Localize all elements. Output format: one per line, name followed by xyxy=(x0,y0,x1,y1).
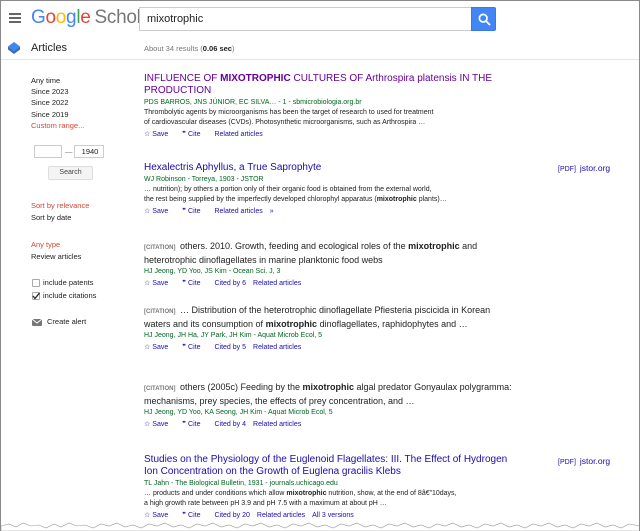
filter-since-2023[interactable]: Since 2023 xyxy=(31,86,131,97)
save-button[interactable]: ☆ Save xyxy=(144,280,175,287)
result-title[interactable]: [CITATION] others (2005c) Feeding by the… xyxy=(144,381,514,407)
torn-edge xyxy=(1,522,639,531)
year-search-button[interactable]: Search xyxy=(48,166,93,180)
result-title[interactable]: [CITATION] others. 2010. Growth, feeding… xyxy=(144,240,514,266)
star-icon: ☆ xyxy=(144,344,151,351)
related-articles-link[interactable]: Related articles xyxy=(253,280,301,287)
search-icon xyxy=(478,13,491,26)
result-title[interactable]: Studies on the Physiology of the Eugleno… xyxy=(144,454,514,478)
save-button[interactable]: ☆ Save xyxy=(144,131,175,138)
result-actions: ☆ Save ❞ Cite Related articles xyxy=(144,130,514,140)
include-citations-checkbox[interactable] xyxy=(32,292,40,300)
result-authors: HJ Jeong, YD Yoo, JS Kim - Ocean Sci. J,… xyxy=(144,268,281,275)
quote-icon: ❞ xyxy=(182,512,187,519)
create-alert-link[interactable]: Create alert xyxy=(47,317,86,326)
cite-button[interactable]: ❞ Cite xyxy=(182,344,207,351)
related-articles-link[interactable]: Related articles xyxy=(214,208,262,215)
quote-icon: ❞ xyxy=(182,421,187,428)
result-item: [CITATION] others (2005c) Feeding by the… xyxy=(144,381,514,430)
pdf-link[interactable]: [PDF] jstor.org xyxy=(558,456,610,466)
search-button[interactable] xyxy=(471,7,496,31)
results-stats: About 34 results (0.06 sec) xyxy=(144,44,235,53)
result-title[interactable]: Hexalectris Aphyllus, a True Saprophyte xyxy=(144,162,514,174)
save-button[interactable]: ☆ Save xyxy=(144,512,175,519)
star-icon: ☆ xyxy=(144,512,151,519)
filter-sidebar: Any time Since 2023 Since 2022 Since 201… xyxy=(31,75,131,131)
cite-button[interactable]: ❞ Cite xyxy=(182,208,207,215)
related-articles-link[interactable]: Related articles xyxy=(253,344,301,351)
result-authors: HJ Jeong, YD Yoo, KA Seong, JH Kim - Aqu… xyxy=(144,409,333,416)
quote-icon: ❞ xyxy=(182,208,187,215)
star-icon: ☆ xyxy=(144,208,151,215)
result-item: [CITATION] others. 2010. Growth, feeding… xyxy=(144,240,514,289)
result-item: INFLUENCE OF MIXOTROPHIC CULTURES OF Art… xyxy=(144,73,514,140)
result-title[interactable]: INFLUENCE OF MIXOTROPHIC CULTURES OF Art… xyxy=(144,73,514,97)
result-authors: PDS BARROS, JNS JÚNIOR, EC SILVA… - 1 - … xyxy=(144,99,362,106)
result-actions: ☆ Save ❞ Cite Related articles » xyxy=(144,207,514,217)
save-button[interactable]: ☆ Save xyxy=(144,344,175,351)
result-snippet: … products and under conditions which al… xyxy=(144,490,457,507)
result-actions: ☆ Save ❞ Cite Cited by 6 Related articles xyxy=(144,279,514,289)
cited-by-link[interactable]: Cited by 4 xyxy=(214,421,246,428)
cited-by-link[interactable]: Cited by 5 xyxy=(214,344,246,351)
logo-google: Google xyxy=(31,7,91,28)
star-icon: ☆ xyxy=(144,131,151,138)
cited-by-link[interactable]: Cited by 20 xyxy=(214,512,249,519)
more-icon[interactable]: » xyxy=(270,208,274,215)
related-articles-link[interactable]: Related articles xyxy=(257,512,305,519)
filter-review-articles[interactable]: Review articles xyxy=(31,251,81,262)
include-citations-label[interactable]: include citations xyxy=(43,291,96,300)
save-button[interactable]: ☆ Save xyxy=(144,208,175,215)
cite-button[interactable]: ❞ Cite xyxy=(182,131,207,138)
filter-custom-range[interactable]: Custom range... xyxy=(31,120,131,131)
result-snippet: Thrombolytic agents by microorganisms ha… xyxy=(144,109,434,126)
quote-icon: ❞ xyxy=(182,131,187,138)
top-bar: Google Scholar xyxy=(1,1,639,37)
envelope-icon xyxy=(31,318,43,326)
sort-by-relevance[interactable]: Sort by relevance xyxy=(31,200,89,211)
filter-since-2019[interactable]: Since 2019 xyxy=(31,109,131,120)
year-range-dash: — xyxy=(65,147,73,156)
result-item: Studies on the Physiology of the Eugleno… xyxy=(144,454,514,521)
result-actions: ☆ Save ❞ Cite Cited by 4 Related articles xyxy=(144,420,514,430)
result-authors: HJ Jeong, JH Ha, JY Park, JH Kim - Aquat… xyxy=(144,332,323,339)
star-icon: ☆ xyxy=(144,280,151,287)
result-snippet: … nutrition); by others a portion only o… xyxy=(144,186,447,203)
related-articles-link[interactable]: Related articles xyxy=(214,131,262,138)
quote-icon: ❞ xyxy=(182,280,187,287)
quote-icon: ❞ xyxy=(182,344,187,351)
articles-icon xyxy=(8,42,20,54)
result-item: [CITATION] … Distribution of the heterot… xyxy=(144,304,514,353)
hamburger-menu-icon[interactable] xyxy=(9,13,21,25)
result-title[interactable]: [CITATION] … Distribution of the heterot… xyxy=(144,304,514,330)
filter-any-time[interactable]: Any time xyxy=(31,75,131,86)
all-versions-link[interactable]: All 3 versions xyxy=(312,512,354,519)
save-button[interactable]: ☆ Save xyxy=(144,421,175,428)
google-scholar-logo[interactable]: Google Scholar xyxy=(31,7,157,29)
include-patents-checkbox[interactable] xyxy=(32,279,40,287)
cited-by-link[interactable]: Cited by 6 xyxy=(214,280,246,287)
result-authors: TL Jahn - The Biological Bulletin, 1931 … xyxy=(144,480,338,487)
star-icon: ☆ xyxy=(144,421,151,428)
related-articles-link[interactable]: Related articles xyxy=(253,421,301,428)
cite-button[interactable]: ❞ Cite xyxy=(182,512,207,519)
result-item: Hexalectris Aphyllus, a True Saprophyte … xyxy=(144,162,514,217)
result-actions: ☆ Save ❞ Cite Cited by 20 Related articles All… xyxy=(144,511,514,521)
include-patents-label[interactable]: include patents xyxy=(43,278,93,287)
pdf-link[interactable]: [PDF] jstor.org xyxy=(558,163,610,173)
filter-any-type[interactable]: Any type xyxy=(31,239,60,250)
scholar-window: GoogleScholar Articles About 34 results … xyxy=(0,0,640,531)
checkmark-icon xyxy=(32,292,40,300)
section-bar xyxy=(1,37,639,60)
year-from-input[interactable] xyxy=(34,145,62,158)
section-title[interactable]: Articles xyxy=(31,42,67,54)
filter-since-2022[interactable]: Since 2022 xyxy=(31,97,131,108)
cite-button[interactable]: ❞ Cite xyxy=(182,280,207,287)
cite-button[interactable]: ❞ Cite xyxy=(182,421,207,428)
result-authors: WJ Robinson - Torreya, 1903 - JSTOR xyxy=(144,176,264,183)
sort-by-date[interactable]: Sort by date xyxy=(31,212,71,223)
year-to-input[interactable] xyxy=(74,145,104,158)
search-input[interactable] xyxy=(139,7,471,31)
result-actions: ☆ Save ❞ Cite Cited by 5 Related articles xyxy=(144,343,514,353)
